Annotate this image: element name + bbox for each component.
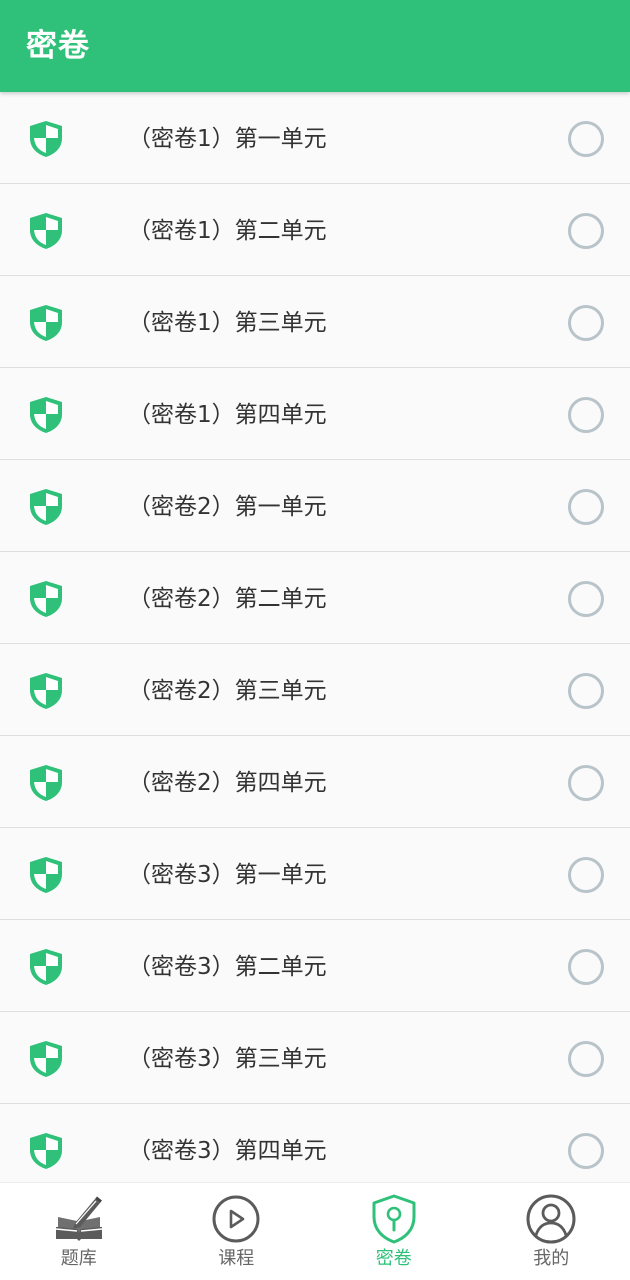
shield-icon [30, 857, 62, 893]
select-radio[interactable] [568, 1041, 604, 1077]
paper-title: （密卷1）第一单元 [128, 126, 327, 152]
paper-title: （密卷3）第一单元 [128, 862, 327, 888]
bottom-nav: 题库 课程 密卷 我的 [0, 1182, 630, 1280]
shield-icon [30, 765, 62, 801]
nav-item-question-bank[interactable]: 题库 [0, 1183, 158, 1280]
paper-title: （密卷3）第四单元 [128, 1138, 327, 1164]
select-radio[interactable] [568, 1133, 604, 1169]
paper-list-item[interactable]: （密卷2）第四单元 [0, 736, 630, 828]
app-bar: 密卷 [0, 0, 630, 92]
shield-icon [30, 673, 62, 709]
select-radio[interactable] [568, 765, 604, 801]
paper-title: （密卷2）第三单元 [128, 678, 327, 704]
shield-icon [30, 949, 62, 985]
paper-list-item[interactable]: （密卷3）第一单元 [0, 828, 630, 920]
nav-item-profile[interactable]: 我的 [473, 1183, 630, 1280]
shield-icon [30, 1041, 62, 1077]
page-title: 密卷 [26, 28, 90, 64]
nav-label: 题库 [60, 1248, 97, 1269]
select-radio[interactable] [568, 397, 604, 433]
paper-title: （密卷1）第四单元 [128, 402, 327, 428]
paper-title: （密卷3）第三单元 [128, 1046, 327, 1072]
book-pen-icon [55, 1196, 102, 1241]
select-radio[interactable] [568, 305, 604, 341]
paper-title: （密卷2）第四单元 [128, 770, 327, 796]
paper-title: （密卷1）第二单元 [128, 218, 327, 244]
paper-list-item[interactable]: （密卷1）第二单元 [0, 184, 630, 276]
user-circle-icon [526, 1194, 576, 1244]
select-radio[interactable] [568, 489, 604, 525]
paper-list-item[interactable]: （密卷2）第一单元 [0, 460, 630, 552]
paper-list-item[interactable]: （密卷1）第三单元 [0, 276, 630, 368]
paper-list-item[interactable]: （密卷1）第四单元 [0, 368, 630, 460]
select-radio[interactable] [568, 673, 604, 709]
shield-keyhole-icon [372, 1194, 416, 1244]
paper-list-item[interactable]: （密卷2）第三单元 [0, 644, 630, 736]
paper-title: （密卷3）第二单元 [128, 954, 327, 980]
paper-list-item[interactable]: （密卷3）第二单元 [0, 920, 630, 1012]
paper-title: （密卷2）第二单元 [128, 586, 327, 612]
paper-list[interactable]: （密卷1）第一单元 （密卷1）第二单元 （密卷1）第三单元 （密卷1）第四单元 （密卷2… [0, 92, 630, 1182]
shield-icon [30, 213, 62, 249]
select-radio[interactable] [568, 949, 604, 985]
select-radio[interactable] [568, 213, 604, 249]
shield-icon [30, 581, 62, 617]
nav-item-secret-papers[interactable]: 密卷 [315, 1183, 473, 1280]
paper-title: （密卷1）第三单元 [128, 310, 327, 336]
nav-label: 课程 [218, 1248, 255, 1269]
nav-label: 密卷 [375, 1248, 412, 1269]
nav-item-courses[interactable]: 课程 [158, 1183, 316, 1280]
shield-icon [30, 1133, 62, 1169]
play-circle-icon [212, 1195, 260, 1243]
select-radio[interactable] [568, 857, 604, 893]
select-radio[interactable] [568, 121, 604, 157]
paper-title: （密卷2）第一单元 [128, 494, 327, 520]
app-screen: 密卷 （密卷1）第一单元 （密卷1）第二单元 （密卷1）第三单元 （密卷1）第四单元（… [0, 0, 630, 1280]
shield-icon [30, 489, 62, 525]
shield-icon [30, 121, 62, 157]
paper-list-item[interactable]: （密卷3）第三单元 [0, 1012, 630, 1104]
paper-list-item[interactable]: （密卷1）第一单元 [0, 92, 630, 184]
paper-list-item[interactable]: （密卷3）第四单元 [0, 1104, 630, 1182]
shield-icon [30, 397, 62, 433]
nav-label: 我的 [533, 1248, 570, 1269]
shield-icon [30, 305, 62, 341]
select-radio[interactable] [568, 581, 604, 617]
paper-list-item[interactable]: （密卷2）第二单元 [0, 552, 630, 644]
